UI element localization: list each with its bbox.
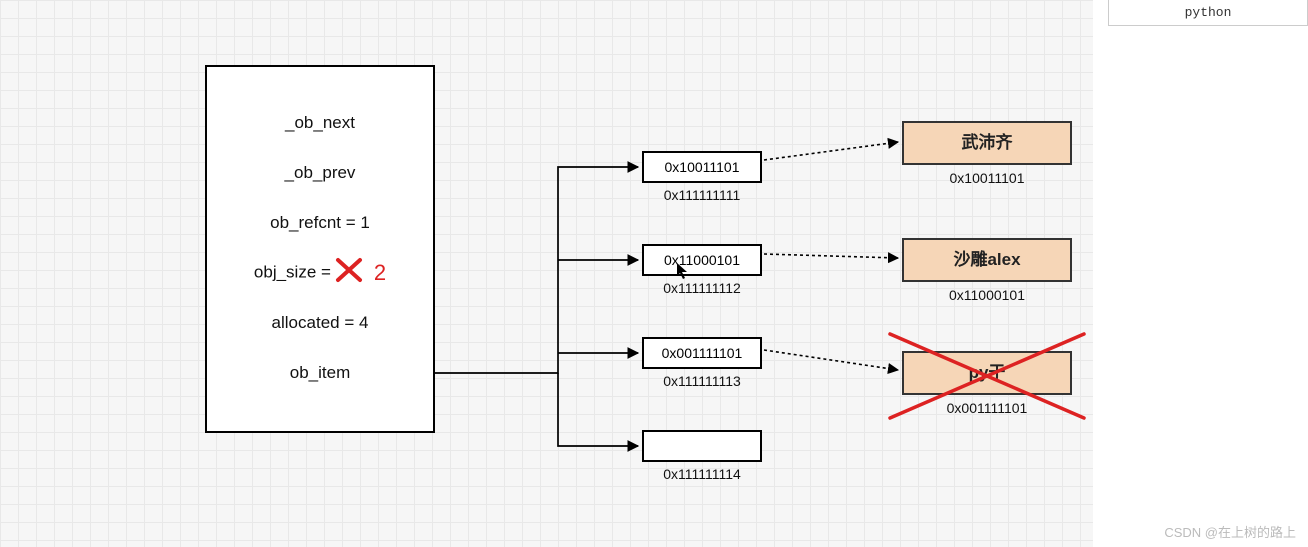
ptr-cell-0-addr: 0x111111111 [642,187,762,203]
field-ob-prev: _ob_prev [207,163,433,183]
target-box-2: py于 [902,351,1072,395]
obj-size-new-value: 2 [374,260,386,286]
target-box-2-addr: 0x001111101 [902,400,1072,416]
language-tab: python [1108,0,1308,26]
field-ob-next: _ob_next [207,113,433,133]
ptr-cell-3-addr: 0x111111114 [642,466,762,482]
field-ob-item: ob_item [207,363,433,383]
ptr-cell-1-addr: 0x111111112 [642,280,762,296]
target-box-0-addr: 0x10011101 [902,170,1072,186]
field-allocated: allocated = 4 [207,313,433,333]
target-box-1-addr: 0x11000101 [902,287,1072,303]
ptr-cell-3 [642,430,762,462]
ptr-cell-2: 0x001111101 [642,337,762,369]
cursor-icon [676,262,690,280]
ptr-cell-2-addr: 0x111111113 [642,373,762,389]
ptr-cell-0: 0x10011101 [642,151,762,183]
target-box-0: 武沛齐 [902,121,1072,165]
ptr-cell-1: 0x11000101 [642,244,762,276]
crossed-out-icon [335,257,363,288]
target-box-1: 沙雕alex [902,238,1072,282]
field-ob-refcnt: ob_refcnt = 1 [207,213,433,233]
field-obj-size: obj_size = 2 [207,257,433,288]
pylist-struct-box: _ob_next _ob_prev ob_refcnt = 1 obj_size… [205,65,435,433]
watermark: CSDN @在上树的路上 [1164,522,1296,541]
obj-size-label: obj_size = [254,263,331,282]
